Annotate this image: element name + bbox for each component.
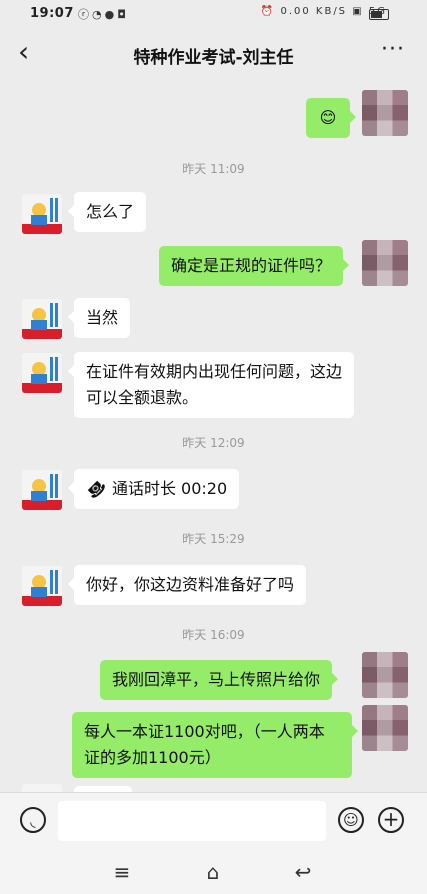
phone-hangup-icon: ☎ xyxy=(82,475,111,504)
avatar-self[interactable] xyxy=(362,705,408,751)
worker-avatar-image xyxy=(22,353,62,393)
timestamp: 昨天 12:09 xyxy=(182,436,245,450)
message-bubble-contact[interactable]: 怎么了 xyxy=(67,192,147,232)
worker-avatar-image xyxy=(22,784,62,792)
avatar-contact[interactable] xyxy=(22,470,62,510)
shield-icon: ◘ xyxy=(117,8,129,21)
message-bubble-contact[interactable]: 在证件有效期内出现任何问题，这边可以全额退款。 xyxy=(68,352,354,418)
battery-icon xyxy=(369,9,389,20)
smile-emoji: 😊 xyxy=(319,108,337,127)
input-bar: ◟ ☺ + xyxy=(0,792,427,851)
message-bubble-self[interactable]: 每人一本证1100对吧，（一人两本证的多加1100元） xyxy=(72,712,358,778)
back-icon[interactable]: ↩ xyxy=(288,860,318,884)
avatar-self[interactable] xyxy=(362,90,408,136)
message-bubble-contact[interactable]: 当然 xyxy=(67,298,131,338)
voice-input-icon[interactable]: ◟ xyxy=(20,807,46,833)
timestamp: 昨天 16:09 xyxy=(182,628,245,642)
emoji-icon[interactable]: ☺ xyxy=(338,807,364,833)
worker-avatar-image xyxy=(22,194,62,234)
system-navigation-bar: ≡ ⌂ ↩ xyxy=(0,850,427,894)
home-icon[interactable]: ⌂ xyxy=(198,860,228,884)
avatar-self[interactable] xyxy=(362,240,408,286)
hd-icon: ▣ xyxy=(352,6,364,17)
status-bar: 19:07 ⓡ◔●◘ ⏰ 0.00 KB/S ▣ 5G xyxy=(0,0,427,30)
message-bubble-contact[interactable]: 你好，你这边资料准备好了吗 xyxy=(67,565,307,605)
worker-avatar-image xyxy=(22,566,62,606)
vpn-icon: ● xyxy=(104,8,118,21)
avatar-contact[interactable] xyxy=(22,299,62,339)
call-duration-text: 通话时长 00:20 xyxy=(111,479,228,498)
call-record-bubble[interactable]: ☎ 通话时长 00:20 xyxy=(67,469,240,509)
timestamp: 昨天 15:29 xyxy=(182,532,245,546)
message-bubble-self[interactable]: 我刚回漳平，马上传照片给你 xyxy=(100,660,339,700)
menu-icon[interactable]: ≡ xyxy=(107,860,137,884)
avatar-self[interactable] xyxy=(362,652,408,698)
worker-avatar-image xyxy=(22,470,62,510)
status-time: 19:07 xyxy=(30,6,74,21)
avatar-contact[interactable] xyxy=(22,566,62,606)
message-icon: ◔ xyxy=(92,8,105,21)
timestamp: 昨天 11:09 xyxy=(182,162,245,176)
avatar-contact[interactable] xyxy=(22,784,62,792)
avatar-contact[interactable] xyxy=(22,194,62,234)
more-horizontal-icon[interactable]: ··· xyxy=(381,39,405,61)
status-left-icons: ⓡ◔●◘ xyxy=(78,6,129,22)
notification-icon: ⓡ xyxy=(78,8,92,21)
chat-title: 特种作业考试-刘主任 xyxy=(133,48,294,68)
message-list[interactable]: 😊 昨天 11:09 怎么了 确定是正规的证件吗？ 当然 在证件有效期内出现任何… xyxy=(0,80,427,792)
alarm-icon: ⏰ xyxy=(260,6,276,17)
avatar-contact[interactable] xyxy=(22,353,62,393)
plus-circle-icon[interactable]: + xyxy=(378,807,404,833)
network-speed: 0.00 KB/S xyxy=(280,6,348,17)
chat-header: ‹ 特种作业考试-刘主任 ··· xyxy=(0,30,427,80)
message-input[interactable] xyxy=(58,801,326,841)
message-bubble-self[interactable]: 确定是正规的证件吗？ xyxy=(159,246,350,286)
message-bubble-self[interactable]: 😊 xyxy=(306,98,356,138)
worker-avatar-image xyxy=(22,299,62,339)
